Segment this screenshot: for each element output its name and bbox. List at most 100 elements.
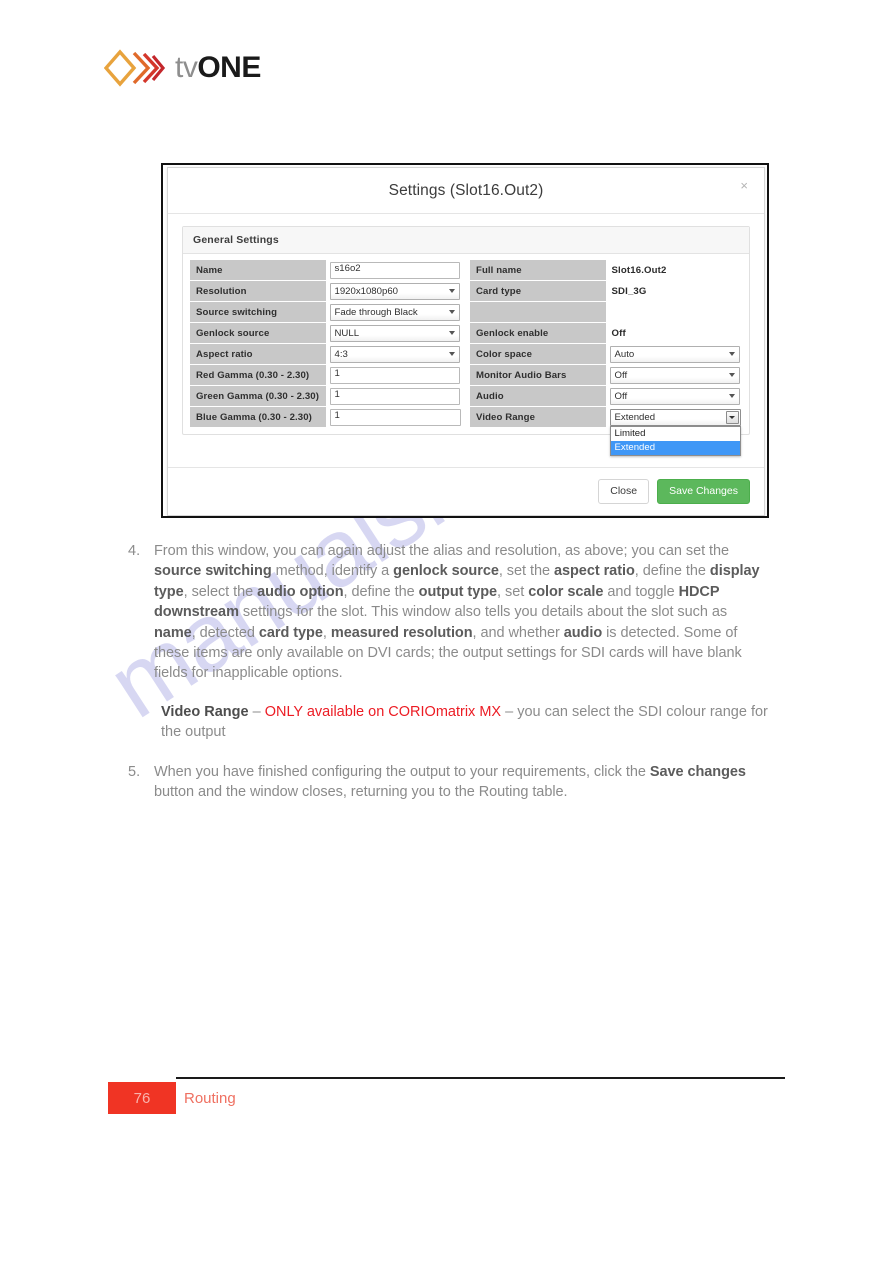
monitor-audio-bars-select[interactable]: Off [609,366,740,384]
video-range-option-limited[interactable]: Limited [611,427,740,441]
field-value: 1 [326,407,463,428]
table-row: Red Gamma (0.30 - 2.30) 1 [189,364,463,386]
field-label: Genlock source [189,322,327,344]
table-row: Genlock enable Off [469,322,743,344]
table-row: Genlock source NULL [189,322,463,344]
dialog-body: General Settings Name s16o2 Resolution 1… [168,214,764,467]
brand-wordmark-bold: ONE [197,51,261,84]
general-settings-panel: General Settings Name s16o2 Resolution 1… [182,226,750,456]
chevron-down-icon [729,373,735,377]
footer-section-label: Routing [184,1089,236,1107]
dialog-title: Settings (Slot16.Out2) [388,181,544,199]
table-row: Aspect ratio 4:3 [189,343,463,365]
settings-grid: Name s16o2 Resolution 1920x1080p60 Sourc… [183,254,749,456]
field-label: Color space [469,343,607,365]
list-item-text: When you have finished configuring the o… [154,764,746,801]
table-row [469,301,743,323]
card-type-value: SDI_3G [611,285,647,297]
table-row: Blue Gamma (0.30 - 2.30) 1 [189,406,463,428]
field-value: Off [606,386,743,407]
field-value-empty [606,302,743,323]
list-item-text: From this window, you can again adjust t… [154,543,760,682]
audio-select-value: Off [614,390,628,402]
chevron-down-icon [449,331,455,335]
chevron-down-icon [729,352,735,356]
field-value: NULL [326,323,463,344]
green-gamma-input[interactable]: 1 [329,387,460,405]
name-input[interactable]: s16o2 [329,261,460,279]
table-row: Name s16o2 [189,259,463,281]
field-value: 1 [326,386,463,407]
table-row: Full name Slot16.Out2 [469,259,743,281]
list-item-number: 4. [128,543,141,559]
red-gamma-input[interactable]: 1 [329,366,460,384]
field-label: Full name [469,259,607,281]
video-range-option-extended[interactable]: Extended [610,440,740,455]
chevron-down-icon[interactable] [725,410,739,424]
dialog-footer: Close Save Changes [168,467,764,515]
field-value: Auto [606,344,743,365]
dialog-header: Settings (Slot16.Out2) × [168,168,764,214]
video-range-select[interactable]: Extended [609,408,741,426]
field-label: Monitor Audio Bars [469,364,607,386]
audio-select[interactable]: Off [609,387,740,405]
brand-logo: tvONE [104,48,261,88]
settings-column-right: Full name Slot16.Out2 Card type SDI_3G G… [469,259,743,456]
video-range-dropdown-list[interactable]: Limited Extended [609,425,741,456]
field-label: Name [189,259,327,281]
settings-dialog: Settings (Slot16.Out2) × General Setting… [167,167,765,516]
table-row: Audio Off [469,385,743,407]
resolution-select[interactable]: 1920x1080p60 [329,282,460,300]
aspect-ratio-select[interactable]: 4:3 [329,345,460,363]
field-value: 4:3 [326,344,463,365]
table-row: Source switching Fade through Black [189,301,463,323]
genlock-enable-value: Off [611,327,626,339]
brand-wordmark: tvONE [175,53,261,83]
video-range-select-value: Extended [614,411,656,423]
table-row: Video Range Extended Limited Extended [469,406,743,456]
close-button[interactable]: Close [598,479,650,504]
genlock-source-select-value: NULL [334,327,360,339]
table-row: Color space Auto [469,343,743,365]
brand-wordmark-light: tv [175,51,198,84]
field-label: Genlock enable [469,322,607,344]
field-label: Audio [469,385,607,407]
field-label: Blue Gamma (0.30 - 2.30) [189,406,327,428]
field-value: Extended Limited Extended [606,407,743,456]
table-row: Card type SDI_3G [469,280,743,302]
table-row: Monitor Audio Bars Off [469,364,743,386]
field-value: 1920x1080p60 [326,281,463,302]
blue-gamma-input[interactable]: 1 [329,408,461,426]
field-label: Red Gamma (0.30 - 2.30) [189,364,327,386]
source-switching-select-value: Fade through Black [334,306,418,318]
field-label: Video Range [469,406,607,428]
chevron-down-icon [449,310,455,314]
settings-column-left: Name s16o2 Resolution 1920x1080p60 Sourc… [189,259,463,428]
tvone-diamond-chevron-logo-icon [104,49,166,87]
save-changes-button[interactable]: Save Changes [657,479,750,504]
genlock-source-select[interactable]: NULL [329,324,460,342]
field-label: Aspect ratio [189,343,327,365]
field-label: Green Gamma (0.30 - 2.30) [189,385,327,407]
field-value: s16o2 [326,260,463,281]
field-label: Source switching [189,301,327,323]
resolution-select-value: 1920x1080p60 [334,285,399,297]
page-number-badge: 76 [108,1082,176,1114]
color-space-select[interactable]: Auto [609,345,740,363]
footer-divider [176,1077,785,1079]
aspect-ratio-select-value: 4:3 [334,348,348,360]
panel-title: General Settings [183,227,749,254]
list-item-number: 5. [128,764,141,780]
close-icon[interactable]: × [736,177,752,194]
source-switching-select[interactable]: Fade through Black [329,303,460,321]
monitor-audio-bars-select-value: Off [614,369,628,381]
list-item: 4. From this window, you can again adjus… [128,541,768,684]
field-value: 1 [326,365,463,386]
video-range-note: Video Range – ONLY available on CORIOmat… [161,704,768,741]
field-label-empty [469,301,607,323]
field-label: Card type [469,280,607,302]
chevron-down-icon [729,394,735,398]
left-field-table: Name s16o2 Resolution 1920x1080p60 Sourc… [189,259,463,428]
full-name-value: Slot16.Out2 [611,264,667,276]
field-value: Fade through Black [326,302,463,323]
